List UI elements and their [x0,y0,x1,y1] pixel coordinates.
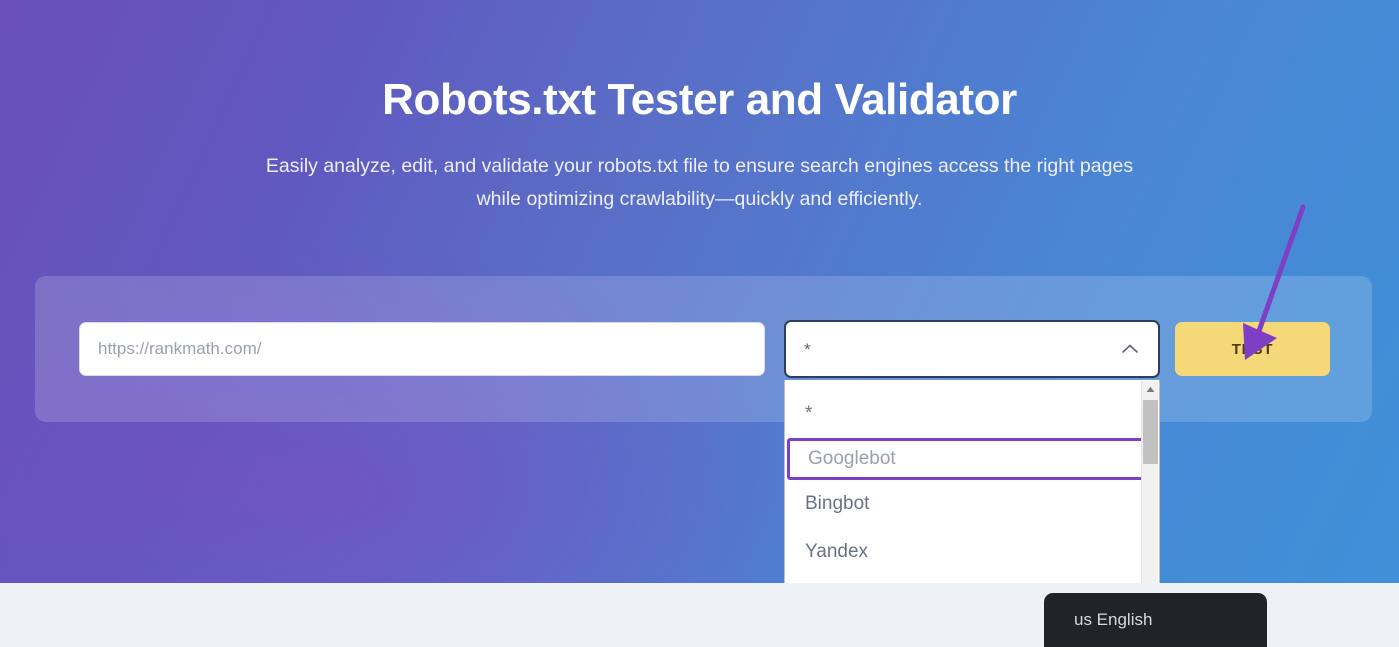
language-tooltip: us English [1044,593,1267,647]
option-item-googlebot[interactable]: Googlebot [787,438,1157,480]
page-root: Robots.txt Tester and Validator Easily a… [0,0,1399,647]
user-agent-selected-value: * [804,339,811,359]
language-tooltip-label: us English [1074,610,1153,629]
user-agent-select-wrapper: * * Googlebot Bingbot Yandex DuckDuckBot [784,320,1160,583]
option-item[interactable]: Yandex [787,528,1157,576]
chevron-up-icon[interactable] [1120,339,1140,359]
option-item[interactable]: * [787,390,1157,438]
hero-section: Robots.txt Tester and Validator Easily a… [0,0,1399,583]
options-scrollbar[interactable] [1141,381,1158,583]
tester-form-panel: * * Googlebot Bingbot Yandex DuckDuckBot [35,276,1372,583]
scroll-up-arrow-icon[interactable] [1142,381,1159,398]
page-title: Robots.txt Tester and Validator [382,75,1017,124]
test-button[interactable]: TEST [1175,322,1330,376]
user-agent-options-list[interactable]: * Googlebot Bingbot Yandex DuckDuckBot [784,380,1160,583]
page-subtitle: Easily analyze, edit, and validate your … [265,155,1134,210]
scrollbar-thumb[interactable] [1143,400,1158,464]
option-item[interactable]: Bingbot [787,480,1157,528]
option-item[interactable]: DuckDuckBot [787,576,1157,583]
user-agent-select[interactable]: * [784,320,1160,378]
url-input[interactable] [79,322,765,376]
